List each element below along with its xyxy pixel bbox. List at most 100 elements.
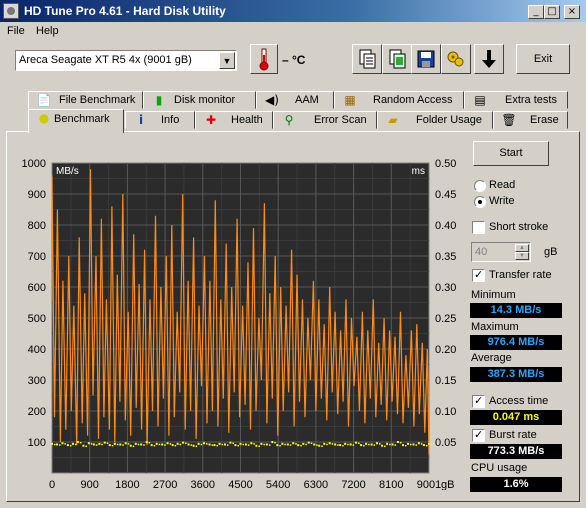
access-time-point [101, 443, 103, 446]
access-time-point [79, 441, 82, 444]
app-icon [3, 3, 19, 19]
y-tick-right: 0.30 [435, 282, 456, 294]
tab-health[interactable]: ✚ Health [195, 111, 273, 129]
y-tick-left: 900 [28, 189, 46, 201]
short-stroke-value: 40 [475, 246, 488, 258]
access-time-point [137, 443, 140, 446]
burst-rate-checkbox[interactable] [472, 428, 485, 442]
aam-speaker-icon: ◀) [265, 93, 279, 107]
save-button[interactable] [411, 44, 441, 74]
access-time-point [124, 442, 127, 445]
access-time-point [82, 444, 85, 447]
chevron-down-icon[interactable]: ▼ [219, 52, 235, 69]
access-time-point [326, 443, 328, 446]
access-time-point [321, 445, 323, 448]
access-time-point [64, 443, 66, 445]
tab-extra-tests[interactable]: ▤ Extra tests [464, 91, 568, 109]
access-time-point [129, 444, 132, 447]
access-time-point [85, 445, 87, 448]
access-time-point [279, 444, 281, 447]
access-time-value: 0.047 ms [470, 410, 562, 425]
benchmark-icon: ● [38, 111, 50, 125]
tab-disk-monitor[interactable]: ▮ Disk monitor [143, 91, 256, 109]
y-tick-right: 0.45 [435, 189, 456, 201]
start-button[interactable]: Start [473, 141, 549, 166]
access-time-point [127, 443, 130, 445]
access-time-point [218, 442, 221, 445]
cpu-usage-value: 1.6% [470, 477, 562, 492]
close-button[interactable]: × [564, 5, 580, 19]
options-button[interactable] [441, 44, 471, 74]
tab-file-benchmark[interactable]: 📄 File Benchmark [28, 91, 143, 109]
access-time-point [169, 443, 172, 445]
access-time-point [106, 442, 109, 445]
read-radio[interactable] [474, 180, 486, 192]
access-time-point [381, 444, 384, 447]
drive-select[interactable]: Areca Seagate XT R5 4x (9001 gB) ▼ [15, 50, 237, 71]
transfer-rate-checkbox[interactable] [472, 268, 485, 282]
temperature-readout: – °C [282, 53, 306, 67]
access-time-point [122, 444, 124, 446]
access-time-point [297, 444, 300, 447]
access-time-point [407, 442, 410, 445]
download-button[interactable] [474, 44, 504, 74]
access-time-checkbox[interactable] [472, 394, 485, 408]
access-time-point [310, 442, 313, 445]
tab-aam[interactable]: ◀) AAM [256, 91, 334, 109]
access-time-point [59, 444, 61, 446]
x-tick: 2700 [153, 479, 177, 490]
access-time-point [396, 441, 399, 443]
access-time-point [54, 443, 56, 446]
access-time-point [148, 441, 151, 444]
minimize-button[interactable]: _ [528, 5, 544, 19]
tab-benchmark[interactable]: ● Benchmark [28, 109, 124, 133]
tab-info[interactable]: i Info [125, 111, 195, 129]
menu-file[interactable]: File [7, 25, 25, 37]
tab-erase[interactable]: 🗑 Erase [493, 111, 568, 129]
access-time-point [260, 442, 263, 445]
access-time-point [302, 442, 305, 445]
access-time-point [185, 442, 187, 445]
copy-screenshot-button[interactable] [382, 44, 412, 74]
copy-screenshot-icon [389, 49, 406, 69]
temperature-button[interactable] [250, 44, 278, 74]
access-time-point [143, 444, 145, 446]
tab-folder-usage[interactable]: ▰ Folder Usage [377, 111, 493, 129]
spin-down-icon[interactable]: ▼ [515, 252, 529, 260]
short-stroke-spinner[interactable]: 40 ▲ ▼ [471, 242, 531, 262]
access-time-point [132, 445, 135, 448]
access-time-point [422, 444, 425, 447]
tab-error-scan[interactable]: ⚲ Error Scan [273, 111, 377, 129]
write-label: Write [489, 195, 515, 207]
average-label: Average [471, 352, 512, 364]
close-icon: × [567, 6, 577, 17]
access-time-point [213, 444, 216, 447]
tab-label: Benchmark [54, 113, 110, 125]
y-tick-left: 300 [28, 375, 46, 387]
access-time-point [355, 441, 358, 444]
y-tick-right: 0.20 [435, 344, 456, 356]
access-time-point [247, 444, 250, 446]
maximize-button[interactable]: □ [544, 5, 560, 19]
access-time-point [221, 443, 224, 446]
access-time-point [281, 442, 284, 445]
access-time-point [365, 442, 368, 445]
menu-help[interactable]: Help [36, 25, 59, 37]
health-icon: ✚ [205, 113, 217, 127]
short-stroke-checkbox[interactable] [472, 221, 485, 234]
access-time-point [284, 443, 286, 446]
y-tick-left: 600 [28, 282, 46, 294]
spin-up-icon[interactable]: ▲ [515, 244, 529, 252]
exit-button[interactable]: Exit [516, 44, 570, 74]
access-time-point [56, 443, 59, 446]
access-time-point [313, 443, 316, 446]
copy-text-button[interactable] [352, 44, 382, 74]
y-label-right: ms [412, 166, 425, 177]
access-time-point [255, 444, 258, 447]
access-time-point [237, 444, 239, 447]
access-time-point [103, 441, 106, 444]
options-icon [447, 51, 464, 67]
access-time-point [158, 443, 161, 446]
tab-random-access[interactable]: ▦ Random Access [334, 91, 464, 109]
write-radio[interactable] [474, 196, 486, 208]
